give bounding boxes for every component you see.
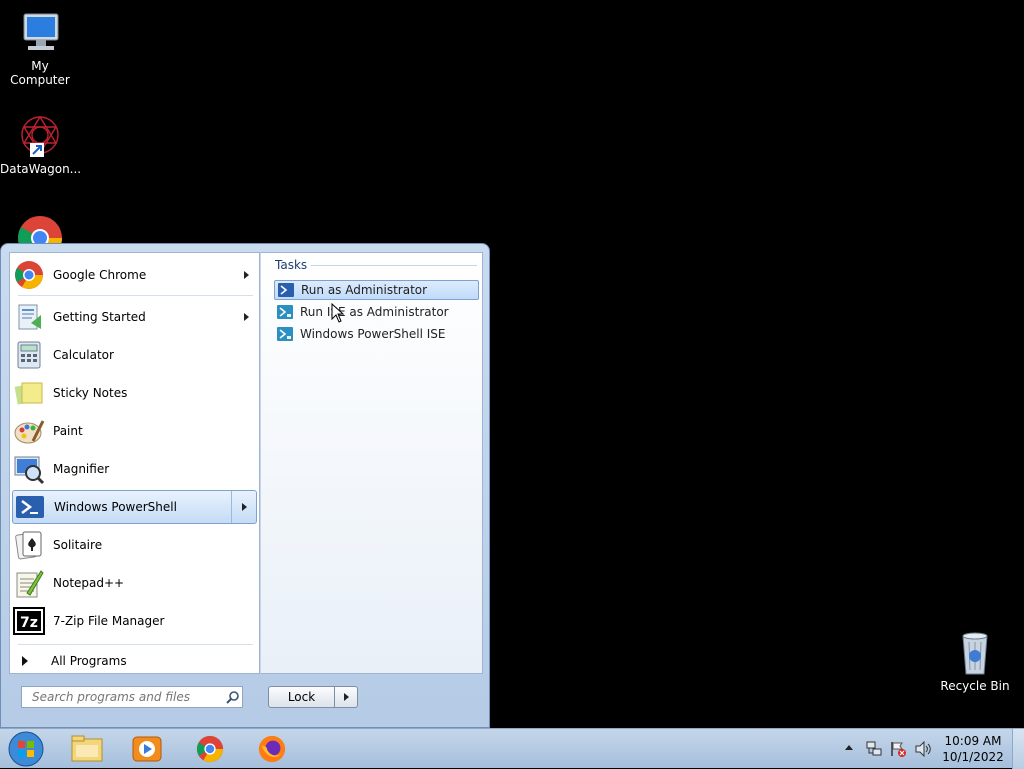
taskbar-media-player[interactable]: [125, 732, 169, 766]
tasks-pane: Tasks Run as Administrator Run ISE as Ad…: [260, 252, 483, 674]
firefox-icon: [258, 735, 286, 763]
powershell-ise-icon: [277, 327, 293, 341]
program-label: Calculator: [53, 348, 114, 362]
program-solitaire[interactable]: Solitaire: [12, 528, 257, 562]
taskbar-clock[interactable]: 10:09 AM 10/1/2022: [940, 733, 1006, 765]
program-label: Paint: [53, 424, 83, 438]
program-calculator[interactable]: Calculator: [12, 338, 257, 372]
media-player-icon: [132, 736, 162, 762]
program-label: Solitaire: [53, 538, 103, 552]
clock-time: 10:09 AM: [944, 734, 1002, 748]
program-label: Sticky Notes: [53, 386, 128, 400]
action-center-flag-icon[interactable]: [890, 741, 906, 757]
powershell-icon: [278, 283, 294, 297]
desktop-icon-my-computer[interactable]: My Computer: [0, 10, 80, 87]
shutdown-options-button[interactable]: [335, 686, 358, 708]
programs-pane: Google Chrome Getting Started Calculator…: [9, 252, 260, 674]
network-icon[interactable]: [866, 741, 882, 757]
powershell-icon: [14, 491, 46, 523]
program-label: Notepad++: [53, 576, 125, 590]
divider: [18, 644, 253, 645]
file-explorer-icon: [71, 735, 103, 762]
solitaire-icon: [13, 529, 45, 561]
getting-started-icon: [13, 301, 45, 333]
all-programs-button[interactable]: All Programs: [18, 651, 127, 671]
program-label: Windows PowerShell: [54, 500, 177, 514]
desktop-icon-label: My Computer: [10, 59, 70, 87]
program-windows-powershell[interactable]: Windows PowerShell: [12, 490, 257, 524]
powershell-ise-icon: [277, 305, 293, 319]
program-paint[interactable]: Paint: [12, 414, 257, 448]
magnifier-icon: [13, 453, 45, 485]
7zip-icon: 7z: [13, 605, 45, 637]
divider: [311, 265, 477, 266]
chevron-right-icon[interactable]: [244, 271, 249, 279]
task-label: Windows PowerShell ISE: [300, 327, 446, 341]
sticky-notes-icon: [13, 377, 45, 409]
search-box[interactable]: [21, 686, 243, 708]
search-input[interactable]: [30, 689, 224, 705]
start-button[interactable]: [4, 731, 48, 767]
desktop-icon-recycle-bin[interactable]: Recycle Bin: [935, 630, 1015, 693]
submenu-toggle[interactable]: [231, 491, 256, 523]
program-label: Magnifier: [53, 462, 110, 476]
chevron-right-icon[interactable]: [244, 313, 249, 321]
clock-date: 10/1/2022: [942, 750, 1004, 764]
program-label: 7-Zip File Manager: [53, 614, 165, 628]
tasks-heading: Tasks: [275, 258, 308, 272]
task-run-ise-as-administrator[interactable]: Run ISE as Administrator: [274, 302, 479, 322]
datawagon-icon: [16, 113, 64, 159]
task-label: Run as Administrator: [301, 283, 428, 297]
taskbar: 10:09 AM 10/1/2022: [0, 728, 1024, 769]
program-7zip[interactable]: 7z 7-Zip File Manager: [12, 604, 257, 638]
lock-button[interactable]: Lock: [268, 686, 335, 708]
desktop-icon-datawagon[interactable]: DataWagon...: [0, 113, 82, 176]
calculator-icon: [13, 339, 45, 371]
chevron-right-icon: [343, 693, 349, 701]
mouse-cursor-icon: [331, 303, 345, 323]
lock-label: Lock: [287, 690, 316, 704]
program-notepadpp[interactable]: Notepad++: [12, 566, 257, 600]
all-programs-label: All Programs: [51, 654, 127, 668]
show-hidden-icons-button[interactable]: [845, 745, 853, 750]
desktop-icon-label: DataWagon...: [0, 162, 82, 176]
program-getting-started[interactable]: Getting Started: [12, 300, 257, 334]
show-desktop-button[interactable]: [1012, 729, 1024, 769]
task-run-as-administrator[interactable]: Run as Administrator: [274, 280, 479, 300]
windows-orb-icon: [8, 731, 44, 767]
chevron-right-icon: [241, 503, 247, 511]
computer-icon: [16, 10, 64, 56]
volume-icon[interactable]: [914, 741, 932, 757]
taskbar-chrome[interactable]: [188, 732, 232, 766]
taskbar-firefox[interactable]: [250, 732, 294, 766]
notepadpp-icon: [13, 567, 45, 599]
desktop-icon-label: Recycle Bin: [940, 679, 1010, 693]
chevron-right-icon: [22, 656, 28, 666]
chrome-icon: [196, 735, 224, 763]
taskbar-file-explorer[interactable]: [65, 732, 109, 766]
task-label: Run ISE as Administrator: [300, 305, 449, 319]
program-google-chrome[interactable]: Google Chrome: [12, 258, 257, 292]
search-icon[interactable]: [226, 690, 240, 704]
recycle-bin-icon: [951, 630, 999, 676]
paint-icon: [13, 415, 45, 447]
program-label: Google Chrome: [53, 268, 147, 282]
task-windows-powershell-ise[interactable]: Windows PowerShell ISE: [274, 324, 479, 344]
chrome-icon: [13, 259, 45, 291]
program-magnifier[interactable]: Magnifier: [12, 452, 257, 486]
program-sticky-notes[interactable]: Sticky Notes: [12, 376, 257, 410]
divider: [18, 295, 253, 296]
start-menu: Google Chrome Getting Started Calculator…: [0, 243, 490, 728]
program-label: Getting Started: [53, 310, 146, 324]
svg-text:7z: 7z: [20, 615, 38, 631]
